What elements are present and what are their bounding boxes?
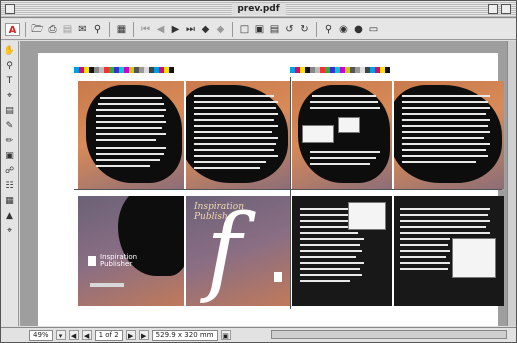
form-tool-icon[interactable]: ▣ <box>3 150 17 163</box>
zoom-field[interactable]: 49% <box>29 329 53 341</box>
collapse-box-icon[interactable] <box>501 4 511 14</box>
print-icon[interactable]: ⎙ <box>46 23 59 36</box>
touchup-tool-icon[interactable]: ⌖ <box>3 225 17 238</box>
page-thumbnail: Inspiration Publisher <box>78 196 184 306</box>
brand-logo-icon <box>88 256 96 266</box>
stamp-tool-icon[interactable]: ▲ <box>3 210 17 223</box>
zoom-box-icon[interactable] <box>488 4 498 14</box>
web-icon[interactable]: ● <box>352 23 365 36</box>
page-thumbnail <box>78 81 184 189</box>
highlight-tool-icon[interactable]: ✏ <box>3 135 17 148</box>
first-page-icon[interactable]: ◀ <box>68 330 79 340</box>
rotate-right-icon[interactable]: ↻ <box>298 23 311 36</box>
screenshot-figure <box>348 202 386 230</box>
first-page-icon[interactable]: ⏮ <box>139 23 152 36</box>
open-icon[interactable]: 🗁 <box>31 23 44 36</box>
toolbar-separator <box>133 21 134 37</box>
toolbar-separator <box>316 21 317 37</box>
hand-icon[interactable]: ▦ <box>115 23 128 36</box>
article-tool-icon[interactable]: ☷ <box>3 180 17 193</box>
fit-page-icon[interactable]: ▣ <box>253 23 266 36</box>
page-size-display: 529.9 x 320 mm <box>151 329 218 341</box>
toolbar: A 🗁 ⎙ ▤ ✉ ⚲ ▦ ⏮ ◀ ▶ ⏭ ◆ ◆ □ ▣ ▤ ↺ ↻ ⚲ ◉ … <box>1 19 516 40</box>
page-thumbnail <box>394 196 504 306</box>
go-forward-icon[interactable]: ◆ <box>214 23 227 36</box>
acrobat-window: prev.pdf A 🗁 ⎙ ▤ ✉ ⚲ ▦ ⏮ ◀ ▶ ⏭ ◆ ◆ □ ▣ ▤… <box>0 0 517 343</box>
last-page-icon[interactable]: ▶ <box>138 330 149 340</box>
actual-size-icon[interactable]: □ <box>238 23 251 36</box>
cascade-icon[interactable]: ▭ <box>367 23 380 36</box>
screenshot-figure <box>302 125 334 143</box>
crop-mark <box>290 77 291 309</box>
brand-logo-icon <box>274 272 282 282</box>
zoom-tool-icon[interactable]: ⚲ <box>3 60 17 73</box>
toolbar-separator <box>25 21 26 37</box>
text-select-tool-icon[interactable]: T <box>3 75 17 88</box>
page-thumbnail <box>292 196 392 306</box>
fit-width-icon[interactable]: ▤ <box>268 23 281 36</box>
toolbar-separator <box>232 21 233 37</box>
pencil-tool-icon[interactable]: ✎ <box>3 120 17 133</box>
crop-mark <box>74 189 502 190</box>
email-icon[interactable]: ✉ <box>76 23 89 36</box>
last-page-icon[interactable]: ⏭ <box>184 23 197 36</box>
previous-page-icon[interactable]: ◀ <box>154 23 167 36</box>
hand-tool-icon[interactable]: ✋ <box>3 45 17 58</box>
previous-page-icon[interactable]: ◀ <box>81 330 92 340</box>
color-bar-right <box>290 66 390 73</box>
brand-bar <box>90 283 124 287</box>
rotate-left-icon[interactable]: ↺ <box>283 23 296 36</box>
crop-tool-icon[interactable]: ⌖ <box>3 90 17 103</box>
find-icon[interactable]: ⚲ <box>91 23 104 36</box>
screenshot-figure <box>338 117 360 133</box>
toolbar-separator <box>109 21 110 37</box>
page-thumbnail <box>292 81 392 189</box>
cover-initial: f <box>206 196 242 306</box>
color-bar-left <box>74 66 174 73</box>
acrobat-logo-icon[interactable]: A <box>5 22 20 36</box>
link-tool-icon[interactable]: ☍ <box>3 165 17 178</box>
page-thumbnail <box>186 81 290 189</box>
document-pane[interactable]: Inspiration Publisher Inspiration Publis… <box>20 41 507 326</box>
next-page-icon[interactable]: ▶ <box>169 23 182 36</box>
title-bar[interactable]: prev.pdf <box>1 1 516 18</box>
window-title: prev.pdf <box>231 3 286 15</box>
close-box-icon[interactable] <box>5 4 15 14</box>
cover-page: Inspiration Publisher f <box>186 196 290 306</box>
page-layout-icon[interactable]: ▣ <box>220 330 231 340</box>
page-indicator[interactable]: 1 of 2 <box>94 329 123 341</box>
pdf-spread-sheet: Inspiration Publisher Inspiration Publis… <box>38 53 504 326</box>
search-icon[interactable]: ⚲ <box>322 23 335 36</box>
page-thumbnail <box>394 81 504 189</box>
vertical-scrollbar[interactable] <box>507 41 516 326</box>
horizontal-scrollbar[interactable] <box>271 330 507 339</box>
save-icon[interactable]: ▤ <box>61 23 74 36</box>
movie-tool-icon[interactable]: ▦ <box>3 195 17 208</box>
brand-name: Inspiration Publisher <box>100 253 138 268</box>
zoom-menu-icon[interactable]: ▾ <box>55 330 66 340</box>
next-page-icon[interactable]: ▶ <box>125 330 136 340</box>
note-tool-icon[interactable]: ▤ <box>3 105 17 118</box>
tools-palette: ✋ ⚲ T ⌖ ▤ ✎ ✏ ▣ ☍ ☷ ▦ ▲ ⌖ <box>1 41 19 326</box>
binoculars-icon[interactable]: ◉ <box>337 23 350 36</box>
screenshot-figure <box>452 238 496 278</box>
go-back-icon[interactable]: ◆ <box>199 23 212 36</box>
